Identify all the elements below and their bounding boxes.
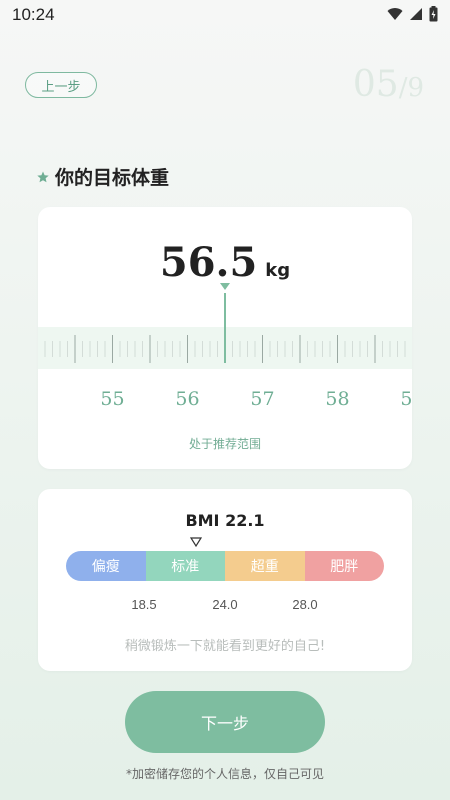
bmi-threshold-label: 18.5 (131, 597, 157, 612)
battery-icon (429, 6, 438, 22)
bmi-segment-underweight: 偏瘦 (66, 551, 146, 581)
step-indicator: 05/9 (353, 64, 424, 105)
weight-ruler[interactable]: 55 56 57 58 59 (38, 277, 412, 417)
ruler-label: 59 (400, 388, 412, 410)
signal-icon (410, 8, 422, 20)
star-icon (37, 171, 49, 182)
step-current: 05 (352, 64, 399, 105)
privacy-note: *加密储存您的个人信息，仅自己可见 (125, 767, 324, 781)
status-icons (387, 6, 438, 22)
bmi-scale-bar: 偏瘦 标准 超重 肥胖 (66, 551, 384, 581)
bmi-threshold-label: 24.0 (212, 597, 238, 612)
bmi-title: BMI 22.1 (185, 511, 265, 530)
status-bar: 10:24 (0, 0, 450, 32)
ruler-label: 55 (100, 388, 124, 410)
target-weight-card: 56.5kg 5556575859 处于推荐范围 (38, 207, 412, 469)
wifi-icon (387, 8, 403, 20)
bmi-message: 稍微锻炼一下就能看到更好的自己! (124, 639, 326, 654)
range-status-text: 处于推荐范围 (188, 437, 261, 451)
bmi-segment-overweight: 超重 (225, 551, 305, 581)
ruler-label: 58 (325, 388, 349, 410)
status-time: 10:24 (12, 5, 55, 24)
ruler-label: 56 (175, 388, 199, 410)
bmi-segment-obese: 肥胖 (304, 551, 384, 581)
previous-step-button[interactable]: 上一步 (25, 72, 97, 98)
bmi-card: BMI 22.1 偏瘦 标准 超重 肥胖 18.5 24.0 28.0 稍微锻炼… (38, 489, 412, 671)
next-step-button[interactable]: 下一步 (125, 691, 325, 753)
section-title-text: 你的目标体重 (55, 167, 170, 189)
ruler-label: 57 (250, 388, 274, 410)
step-total: 9 (407, 73, 424, 103)
bmi-segment-normal: 标准 (145, 551, 225, 581)
section-title: 你的目标体重 (37, 163, 169, 190)
ruler-labels: 55 56 57 58 59 (100, 388, 412, 410)
bmi-pointer-icon (190, 537, 202, 547)
ruler-indicator-triangle (220, 283, 230, 290)
bmi-threshold-label: 28.0 (292, 597, 318, 612)
